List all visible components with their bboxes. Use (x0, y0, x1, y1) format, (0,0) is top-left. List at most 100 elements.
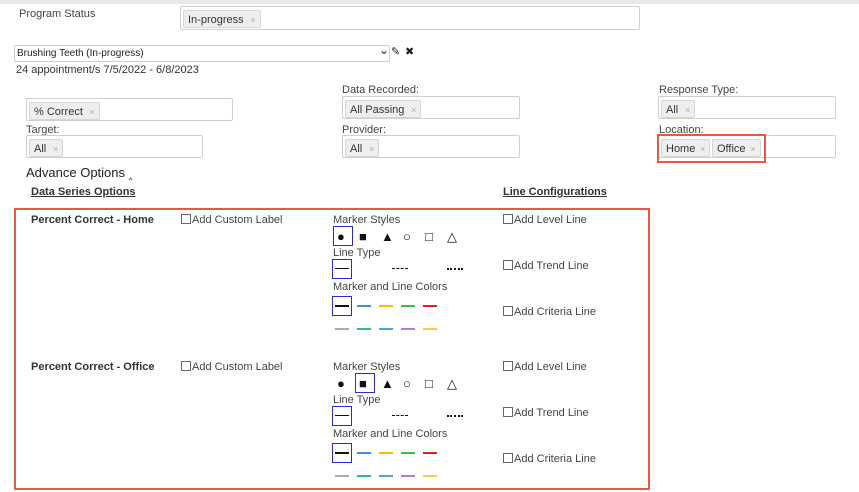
series-name: Percent Correct - Office (31, 361, 155, 373)
triangle-outline-marker-icon[interactable]: △ (447, 230, 457, 244)
colors-label: Marker and Line Colors (333, 281, 448, 293)
level-line-checkbox-text: Add Level Line (514, 214, 587, 226)
series-block-home: Percent Correct - Home Add Custom Label Ma… (0, 212, 859, 352)
advance-options-toggle[interactable]: Advance Options ‸ (26, 165, 133, 180)
level-line-checkbox[interactable]: Add Level Line (503, 361, 587, 373)
custom-label-text: Add Custom Label (192, 214, 283, 226)
triangle-marker-icon[interactable]: ▲ (381, 377, 394, 391)
appointments-summary: 24 appointment/s 7/5/2022 - 6/8/2023 (16, 64, 199, 76)
data-recorded-field[interactable]: All Passing × (342, 96, 520, 119)
custom-label-checkbox[interactable]: Add Custom Label (181, 361, 283, 373)
circle-marker-icon[interactable]: ● (337, 377, 345, 391)
color-option[interactable] (423, 475, 437, 477)
color-option[interactable] (379, 475, 393, 477)
color-option[interactable] (401, 452, 415, 454)
color-option[interactable] (401, 305, 415, 307)
data-series-options-header: Data Series Options (31, 186, 136, 198)
color-option[interactable] (357, 328, 371, 330)
color-option[interactable] (335, 452, 349, 454)
criteria-line-checkbox[interactable]: Add Criteria Line (503, 306, 596, 318)
chip-text: In-progress (188, 14, 244, 26)
level-line-checkbox[interactable]: Add Level Line (503, 214, 587, 226)
chip-remove-icon[interactable]: × (411, 101, 416, 119)
color-option[interactable] (335, 328, 349, 330)
chip-remove-icon[interactable]: × (90, 103, 95, 121)
close-icon[interactable]: ✖ (405, 45, 414, 58)
circle-outline-marker-icon[interactable]: ○ (403, 377, 411, 391)
program-status-chip[interactable]: In-progress × (183, 10, 261, 28)
line-type-label: Line Type (333, 247, 381, 259)
trend-line-checkbox[interactable]: Add Trend Line (503, 407, 589, 419)
advance-options-title: Advance Options (26, 165, 126, 180)
chip-text: % Correct (34, 106, 83, 118)
solid-line-option[interactable] (335, 268, 349, 269)
color-option[interactable] (379, 305, 393, 307)
dotted-line-option[interactable] (447, 415, 463, 417)
custom-label-text: Add Custom Label (192, 361, 283, 373)
color-option[interactable] (357, 475, 371, 477)
square-outline-marker-icon[interactable]: □ (425, 377, 433, 391)
dotted-line-option[interactable] (447, 268, 463, 270)
color-option[interactable] (401, 328, 415, 330)
provider-chip[interactable]: All × (345, 139, 380, 158)
measure-chip[interactable]: % Correct × (29, 102, 100, 120)
checkbox[interactable] (503, 260, 513, 270)
target-chip[interactable]: All × (29, 139, 64, 158)
line-configurations-header: Line Configurations (503, 186, 607, 198)
color-option[interactable] (423, 452, 437, 454)
chip-remove-icon[interactable]: × (250, 11, 255, 29)
checkbox[interactable] (503, 361, 513, 371)
chevron-up-icon: ‸ (128, 166, 133, 180)
dashed-line-option[interactable] (392, 415, 408, 416)
line-type-label: Line Type (333, 394, 381, 406)
checkbox[interactable] (503, 453, 513, 463)
color-option[interactable] (401, 475, 415, 477)
series-block-office: Percent Correct - Office Add Custom Label… (0, 359, 859, 489)
program-select-value: Brushing Teeth (In-progress) (17, 48, 144, 59)
program-status-field[interactable]: In-progress × (180, 6, 640, 30)
edit-icon[interactable]: ✎ (391, 45, 400, 58)
measure-field[interactable]: % Correct × (26, 98, 233, 121)
criteria-line-checkbox[interactable]: Add Criteria Line (503, 453, 596, 465)
response-type-field[interactable]: All × (658, 96, 836, 119)
response-type-chip[interactable]: All × (661, 100, 696, 119)
chip-remove-icon[interactable]: × (53, 140, 58, 158)
color-option[interactable] (423, 305, 437, 307)
data-recorded-chip[interactable]: All Passing × (345, 100, 422, 119)
chip-remove-icon[interactable]: × (685, 101, 690, 119)
square-marker-icon[interactable]: ■ (359, 230, 367, 244)
color-option[interactable] (379, 452, 393, 454)
chevron-down-icon[interactable]: ⌄ (379, 43, 389, 57)
series-name: Percent Correct - Home (31, 214, 154, 226)
color-option[interactable] (335, 475, 349, 477)
chip-remove-icon[interactable]: × (369, 140, 374, 158)
program-status-label: Program Status (19, 8, 96, 20)
color-option[interactable] (357, 305, 371, 307)
color-option[interactable] (423, 328, 437, 330)
checkbox[interactable] (503, 407, 513, 417)
level-line-checkbox-text: Add Level Line (514, 361, 587, 373)
criteria-line-checkbox-text: Add Criteria Line (514, 306, 596, 318)
custom-label-checkbox[interactable]: Add Custom Label (181, 214, 283, 226)
square-outline-marker-icon[interactable]: □ (425, 230, 433, 244)
circle-outline-marker-icon[interactable]: ○ (403, 230, 411, 244)
color-option[interactable] (335, 305, 349, 307)
marker-styles-label: Marker Styles (333, 361, 401, 373)
solid-line-option[interactable] (335, 415, 349, 416)
color-option[interactable] (357, 452, 371, 454)
chip-text: All (350, 143, 363, 155)
dashed-line-option[interactable] (392, 268, 408, 269)
checkbox[interactable] (181, 214, 191, 224)
checkbox[interactable] (503, 214, 513, 224)
checkbox[interactable] (181, 361, 191, 371)
triangle-outline-marker-icon[interactable]: △ (447, 377, 457, 391)
provider-field[interactable]: All × (342, 135, 520, 158)
color-option[interactable] (379, 328, 393, 330)
target-field[interactable]: All × (26, 135, 203, 158)
selected-marker-frame (333, 226, 353, 246)
colors-label: Marker and Line Colors (333, 428, 448, 440)
trend-line-checkbox[interactable]: Add Trend Line (503, 260, 589, 272)
triangle-marker-icon[interactable]: ▲ (381, 230, 394, 244)
program-select[interactable]: Brushing Teeth (In-progress) ⌄ (14, 43, 390, 62)
checkbox[interactable] (503, 306, 513, 316)
